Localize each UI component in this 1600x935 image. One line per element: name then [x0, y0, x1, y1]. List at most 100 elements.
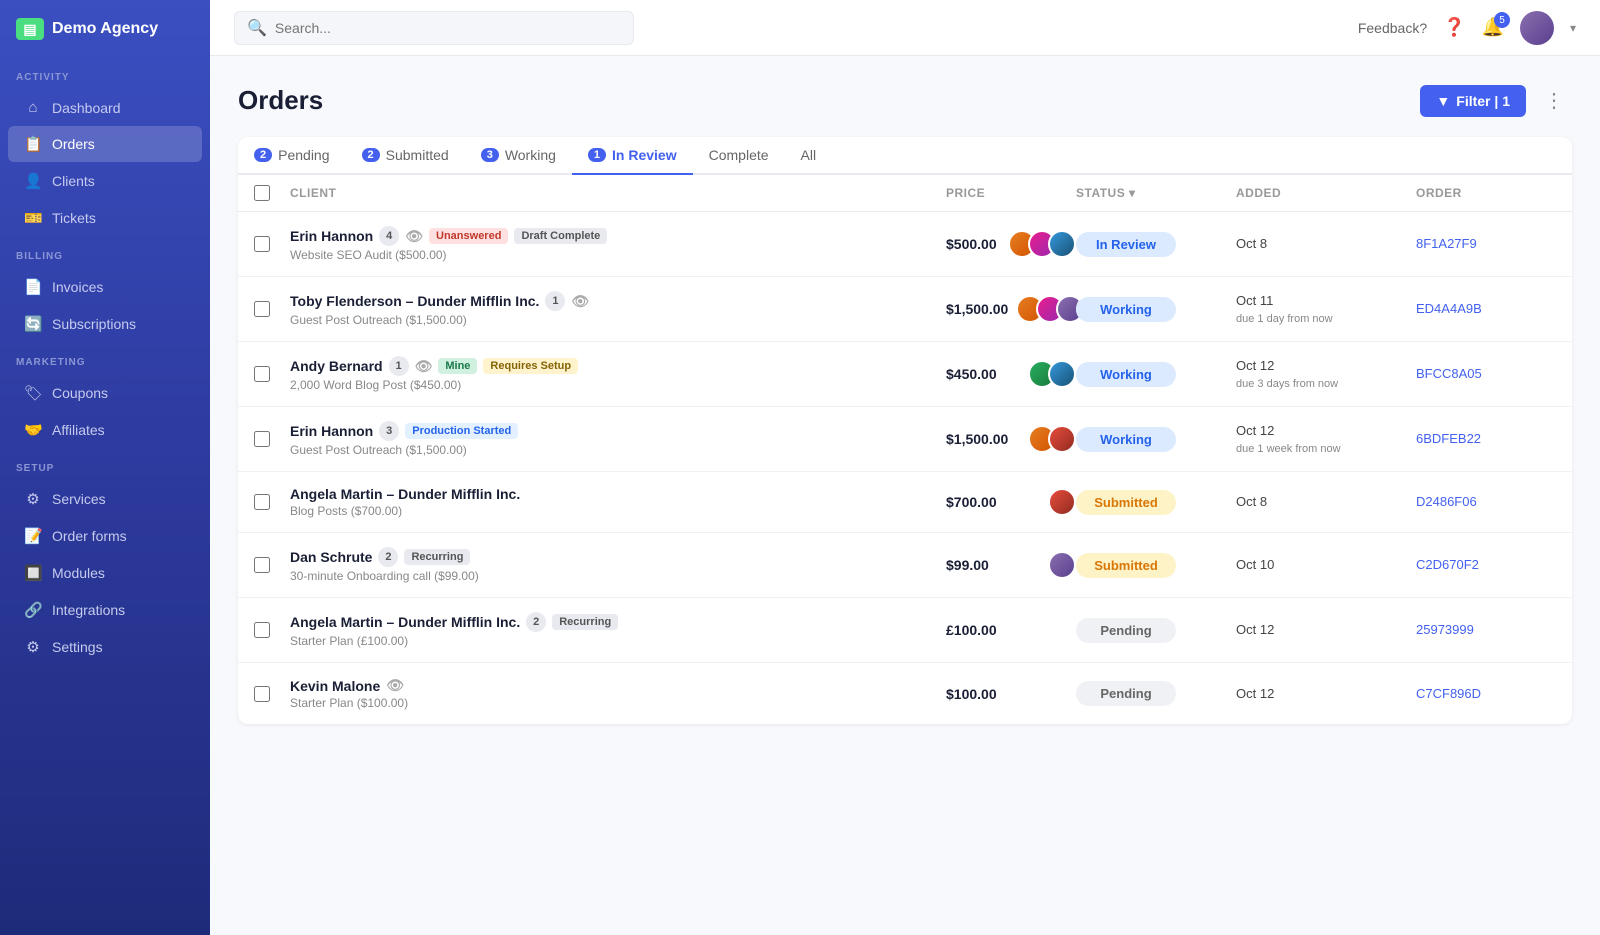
tab-all[interactable]: All: [785, 137, 833, 175]
table-row[interactable]: Erin Hannon 3 Production Started Guest P…: [238, 407, 1572, 472]
tab-pending[interactable]: 2Pending: [238, 137, 346, 175]
col-price: $100.00: [946, 686, 1076, 702]
page-title: Orders: [238, 85, 323, 116]
sidebar-item-dashboard[interactable]: ⌂Dashboard: [8, 90, 202, 125]
order-link[interactable]: ED4A4A9B: [1416, 301, 1482, 316]
row-select[interactable]: [254, 236, 270, 252]
count-badge: 2: [378, 547, 398, 567]
row-select[interactable]: [254, 622, 270, 638]
feedback-button[interactable]: Feedback?: [1358, 20, 1427, 36]
eye-icon[interactable]: 👁: [386, 677, 404, 694]
order-link[interactable]: C2D670F2: [1416, 557, 1479, 572]
row-checkbox[interactable]: [254, 494, 290, 510]
order-link[interactable]: 8F1A27F9: [1416, 236, 1477, 251]
row-checkbox[interactable]: [254, 557, 290, 573]
row-checkbox[interactable]: [254, 301, 290, 317]
order-link[interactable]: D2486F06: [1416, 494, 1477, 509]
col-price: $450.00: [946, 360, 1076, 388]
eye-icon[interactable]: 👁: [571, 293, 589, 310]
col-order[interactable]: 25973999: [1416, 621, 1556, 639]
col-order[interactable]: BFCC8A05: [1416, 365, 1556, 383]
table-row[interactable]: Toby Flenderson – Dunder Mifflin Inc. 1 …: [238, 277, 1572, 342]
order-link[interactable]: C7CF896D: [1416, 686, 1481, 701]
row-checkbox[interactable]: [254, 686, 290, 702]
col-client: Angela Martin – Dunder Mifflin Inc. Blog…: [290, 486, 946, 518]
select-all-input[interactable]: [254, 185, 270, 201]
logo[interactable]: ▤ Demo Agency: [0, 0, 210, 58]
price-value: $99.00: [946, 557, 989, 573]
sidebar-item-subscriptions[interactable]: 🔄Subscriptions: [8, 306, 202, 342]
table-row[interactable]: Angela Martin – Dunder Mifflin Inc. 2 Re…: [238, 598, 1572, 663]
sidebar-item-order-forms[interactable]: 📝Order forms: [8, 518, 202, 554]
sidebar-item-orders[interactable]: 📋Orders: [8, 126, 202, 162]
order-link[interactable]: 25973999: [1416, 622, 1474, 637]
client-name-text: Toby Flenderson – Dunder Mifflin Inc.: [290, 293, 539, 309]
row-checkbox[interactable]: [254, 236, 290, 252]
col-order[interactable]: D2486F06: [1416, 493, 1556, 511]
tab-submitted[interactable]: 2Submitted: [346, 137, 465, 175]
select-all-checkbox[interactable]: [254, 185, 290, 201]
added-date: Oct 10: [1236, 555, 1416, 575]
sidebar-item-label: Integrations: [52, 602, 125, 618]
row-checkbox[interactable]: [254, 622, 290, 638]
tab-working[interactable]: 3Working: [465, 137, 572, 175]
row-select[interactable]: [254, 557, 270, 573]
col-order[interactable]: ED4A4A9B: [1416, 300, 1556, 318]
sidebar-item-coupons[interactable]: 🏷Coupons: [8, 375, 202, 411]
row-checkbox[interactable]: [254, 366, 290, 382]
col-client: Toby Flenderson – Dunder Mifflin Inc. 1 …: [290, 291, 946, 327]
eye-icon[interactable]: 👁: [415, 358, 433, 375]
avatars: [1008, 230, 1076, 258]
row-select[interactable]: [254, 431, 270, 447]
sidebar: ▤ Demo Agency ACTIVITY⌂Dashboard📋Orders👤…: [0, 0, 210, 935]
sidebar-item-invoices[interactable]: 📄Invoices: [8, 269, 202, 305]
notification-badge: 5: [1494, 12, 1510, 28]
col-status: Working: [1076, 362, 1236, 387]
sidebar-item-label: Subscriptions: [52, 316, 136, 332]
count-badge: 1: [545, 291, 565, 311]
sidebar-item-tickets[interactable]: 🎫Tickets: [8, 200, 202, 236]
table-row[interactable]: Kevin Malone 👁 Starter Plan ($100.00) $1…: [238, 663, 1572, 724]
row-checkbox[interactable]: [254, 431, 290, 447]
user-dropdown-icon[interactable]: ▾: [1570, 21, 1576, 35]
sidebar-item-label: Affiliates: [52, 422, 105, 438]
tab-in-review[interactable]: 1In Review: [572, 137, 693, 175]
client-service: Guest Post Outreach ($1,500.00): [290, 313, 946, 327]
order-link[interactable]: BFCC8A05: [1416, 366, 1482, 381]
row-select[interactable]: [254, 494, 270, 510]
sidebar-item-integrations[interactable]: 🔗Integrations: [8, 592, 202, 628]
tab-label: In Review: [612, 147, 677, 163]
tab-complete[interactable]: Complete: [693, 137, 785, 175]
row-select[interactable]: [254, 301, 270, 317]
col-status: In Review: [1076, 232, 1236, 257]
filter-label: Filter | 1: [1456, 93, 1510, 109]
help-icon[interactable]: ❓: [1443, 17, 1465, 38]
col-order[interactable]: C2D670F2: [1416, 556, 1556, 574]
sidebar-icon: 📋: [24, 135, 42, 153]
sidebar-item-modules[interactable]: 🔲Modules: [8, 555, 202, 591]
sidebar-item-services[interactable]: ⚙Services: [8, 481, 202, 517]
sidebar-item-settings[interactable]: ⚙Settings: [8, 629, 202, 665]
user-avatar[interactable]: [1520, 11, 1554, 45]
more-options-button[interactable]: ⋮: [1536, 84, 1572, 117]
sidebar-item-affiliates[interactable]: 🤝Affiliates: [8, 412, 202, 448]
col-header-status[interactable]: STATUS ▾: [1076, 186, 1236, 200]
col-order[interactable]: 6BDFEB22: [1416, 430, 1556, 448]
table-row[interactable]: Andy Bernard 1 👁 MineRequires Setup 2,00…: [238, 342, 1572, 407]
filter-button[interactable]: ▼ Filter | 1: [1420, 85, 1526, 117]
col-order[interactable]: C7CF896D: [1416, 685, 1556, 703]
search-wrap[interactable]: 🔍: [234, 11, 634, 45]
col-order[interactable]: 8F1A27F9: [1416, 235, 1556, 253]
eye-icon[interactable]: 👁: [405, 228, 423, 245]
row-select[interactable]: [254, 366, 270, 382]
sidebar-item-label: Settings: [52, 639, 103, 655]
row-select[interactable]: [254, 686, 270, 702]
sidebar-item-clients[interactable]: 👤Clients: [8, 163, 202, 199]
search-input[interactable]: [275, 20, 621, 36]
table-row[interactable]: Angela Martin – Dunder Mifflin Inc. Blog…: [238, 472, 1572, 533]
notification-icon[interactable]: 🔔 5: [1482, 17, 1504, 38]
col-status: Working: [1076, 297, 1236, 322]
table-row[interactable]: Dan Schrute 2 Recurring 30-minute Onboar…: [238, 533, 1572, 598]
order-link[interactable]: 6BDFEB22: [1416, 431, 1481, 446]
table-row[interactable]: Erin Hannon 4 👁 UnansweredDraft Complete…: [238, 212, 1572, 277]
